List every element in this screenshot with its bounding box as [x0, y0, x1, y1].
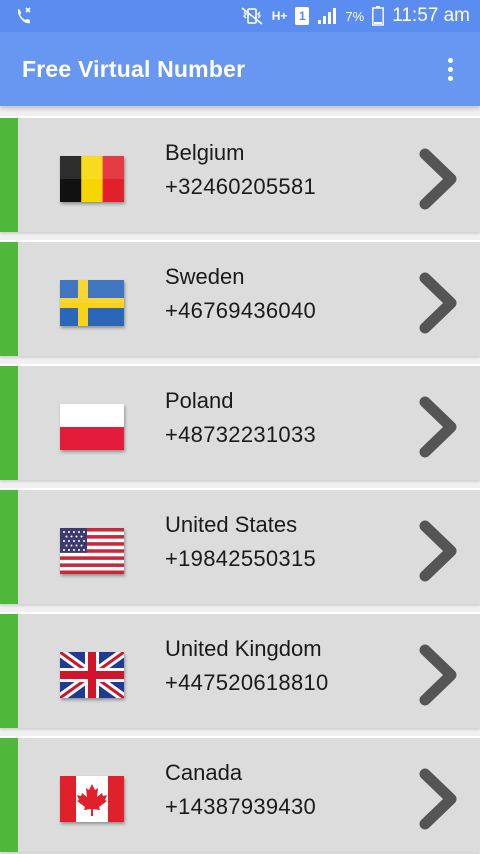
vibrate-mute-icon — [240, 7, 264, 25]
country-name: Belgium — [165, 140, 245, 165]
us-flag-icon — [60, 528, 124, 574]
chevron-right-icon — [419, 272, 457, 334]
chevron-right-icon — [419, 396, 457, 458]
row-accent-bar — [0, 490, 18, 604]
overflow-dot — [447, 66, 453, 72]
missed-call-icon — [14, 6, 34, 26]
overflow-menu-button[interactable] — [438, 54, 462, 84]
list-item[interactable]: United Kingdom +447520618810 — [0, 612, 480, 728]
battery-icon — [372, 6, 385, 26]
country-name: Sweden — [165, 264, 245, 289]
phone-number: +19842550315 — [165, 546, 317, 571]
list-item[interactable]: Sweden +46769436040 — [0, 240, 480, 356]
app-bar: Free Virtual Number — [0, 32, 480, 106]
sweden-flag-icon — [60, 280, 124, 326]
app-title: Free Virtual Number — [22, 55, 246, 82]
list-item[interactable]: Belgium +32460205581 — [0, 116, 480, 232]
phone-number: +32460205581 — [165, 174, 317, 199]
number-list: Belgium +32460205581 Sweden +46769436040… — [0, 108, 480, 854]
chevron-right-icon — [419, 148, 457, 210]
chevron-right-icon — [419, 768, 457, 830]
phone-number: +46769436040 — [165, 298, 317, 323]
overflow-dot — [447, 57, 453, 63]
chevron-right-icon — [419, 520, 457, 582]
row-accent-bar — [0, 738, 18, 852]
network-type-icon: H+ — [271, 9, 288, 23]
phone-number: +447520618810 — [165, 670, 329, 695]
row-accent-bar — [0, 242, 18, 356]
list-item[interactable]: United States +19842550315 — [0, 488, 480, 604]
country-name: United Kingdom — [165, 636, 322, 661]
chevron-right-icon — [419, 644, 457, 706]
country-name: Canada — [165, 760, 243, 785]
sim-slot-label: 1 — [299, 9, 306, 23]
signal-strength-icon — [317, 7, 337, 25]
belgium-flag-icon — [60, 156, 124, 202]
overflow-dot — [447, 75, 453, 81]
country-name: Poland — [165, 388, 234, 413]
uk-flag-icon — [60, 652, 124, 698]
phone-number: +14387939430 — [165, 794, 317, 819]
sim-slot-icon: 1 — [295, 7, 310, 25]
row-accent-bar — [0, 614, 18, 728]
row-accent-bar — [0, 118, 18, 232]
battery-percent: 7% — [345, 8, 365, 24]
status-bar: H+ 1 7% 11:57 am — [0, 0, 480, 32]
clock: 11:57 am — [392, 5, 470, 26]
canada-flag-icon — [60, 776, 124, 822]
poland-flag-icon — [60, 404, 124, 450]
row-accent-bar — [0, 366, 18, 480]
country-name: United States — [165, 512, 298, 537]
list-item[interactable]: Poland +48732231033 — [0, 364, 480, 480]
phone-number: +48732231033 — [165, 422, 317, 447]
list-item[interactable]: Canada +14387939430 — [0, 736, 480, 852]
